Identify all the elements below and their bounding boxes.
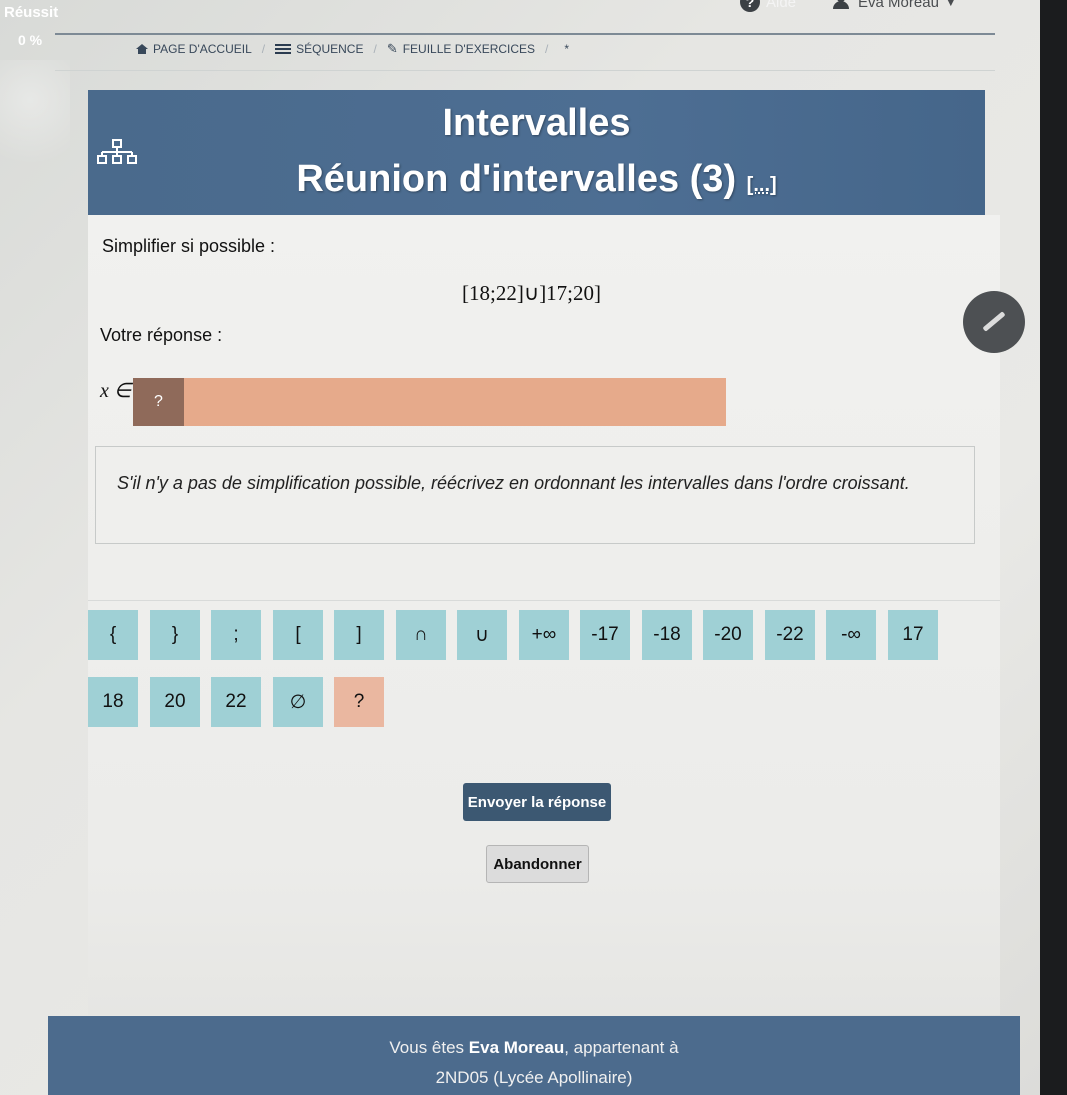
help-link[interactable]: Aide [766,0,796,11]
footer-user-line: Vous êtes Eva Moreau, appartenant à [48,1038,1020,1058]
footer-suffix: , appartenant à [564,1038,679,1057]
keypad-key[interactable]: 22 [211,677,261,727]
math-expression: [18;22]∪]17;20] [462,281,602,305]
answer-input[interactable]: ? [133,378,726,426]
breadcrumb-worksheet-label: FEUILLE D'EXERCICES [402,42,536,56]
exercise-title: Intervalles [442,102,631,144]
keypad-key[interactable]: [ [273,610,323,660]
keypad-key[interactable]: } [150,610,200,660]
breadcrumb-current: * [564,42,570,56]
hint-text: S'il n'y a pas de simplification possibl… [117,473,910,493]
footer: Vous êtes Eva Moreau, appartenant à 2ND0… [48,1016,1020,1095]
keypad-key[interactable]: -∞ [826,610,876,660]
draw-tool-button[interactable] [963,291,1025,353]
keypad-key[interactable]: -17 [580,610,630,660]
footer-group: 2ND05 (Lycée Apollinaire) [435,1068,633,1087]
caret-down-icon[interactable]: ▼ [945,0,957,9]
keypad-key[interactable]: ? [334,677,384,727]
exercise-banner: Intervalles Réunion d'intervalles (3) [.… [88,90,985,215]
edit-icon: ✎ [386,41,398,56]
breadcrumb-underline [55,70,995,71]
x-element-of: x ∈ [100,380,132,402]
answer-label: Votre réponse : [100,325,223,345]
screen-bezel [1040,0,1067,1095]
list-icon [275,43,292,55]
top-divider [55,33,995,35]
exercise-subtitle: Réunion d'intervalles (3) [...] [88,158,985,201]
keypad-key[interactable]: +∞ [519,610,569,660]
exercise-subtitle-text: Réunion d'intervalles (3) [296,158,737,200]
home-icon [136,44,148,54]
status-label: Réussit [4,4,59,21]
breadcrumb-home[interactable]: PAGE D'ACCUEIL [136,42,252,56]
keypad-key[interactable]: 20 [150,677,200,727]
send-answer-button[interactable]: Envoyer la réponse [463,783,611,821]
screen-glare [0,60,70,200]
more-link[interactable]: [...] [747,174,777,196]
user-menu[interactable]: Eva Moreau [858,0,939,11]
hint-box: S'il n'y a pas de simplification possibl… [95,446,975,544]
footer-prefix: Vous êtes [389,1038,469,1057]
keypad-key[interactable]: 18 [88,677,138,727]
top-bar: ? Aide Eva Moreau ▼ [740,0,957,12]
keypad-key[interactable]: ∩ [396,610,446,660]
breadcrumb-worksheet[interactable]: ✎ FEUILLE D'EXERCICES [387,41,535,57]
breadcrumb-home-label: PAGE D'ACCUEIL [153,42,252,56]
keypad-key[interactable]: 17 [888,610,938,660]
breadcrumb-separator: / [261,42,266,56]
exercise-screen: Réussit 0 % ? Aide Eva Moreau ▼ PAGE D'A… [0,0,1040,1095]
keypad-key[interactable]: ∪ [457,610,507,660]
progress-percent: 0 % [18,32,43,48]
breadcrumb: PAGE D'ACCUEIL / SÉQUENCE / ✎ FEUILLE D'… [136,41,569,57]
instruction-text: Simplifier si possible : [102,236,276,256]
user-icon [832,0,850,9]
pencil-icon [982,311,1006,332]
keypad-key[interactable]: -20 [703,610,753,660]
keypad-key[interactable]: ; [211,610,261,660]
abandon-button[interactable]: Abandonner [486,845,589,883]
help-icon[interactable]: ? [740,0,760,12]
breadcrumb-sequence[interactable]: SÉQUENCE [275,42,363,56]
keypad-divider [88,600,1000,601]
keypad-key[interactable]: ] [334,610,384,660]
footer-user-name: Eva Moreau [468,1038,565,1057]
keypad-key[interactable]: -18 [642,610,692,660]
breadcrumb-sequence-label: SÉQUENCE [296,42,364,56]
answer-cursor-placeholder[interactable]: ? [133,378,184,426]
breadcrumb-separator: / [545,42,549,56]
keypad-key[interactable]: ∅ [273,677,323,727]
breadcrumb-separator: / [373,42,377,56]
keypad-key[interactable]: -22 [765,610,815,660]
keypad-key[interactable]: { [88,610,138,660]
